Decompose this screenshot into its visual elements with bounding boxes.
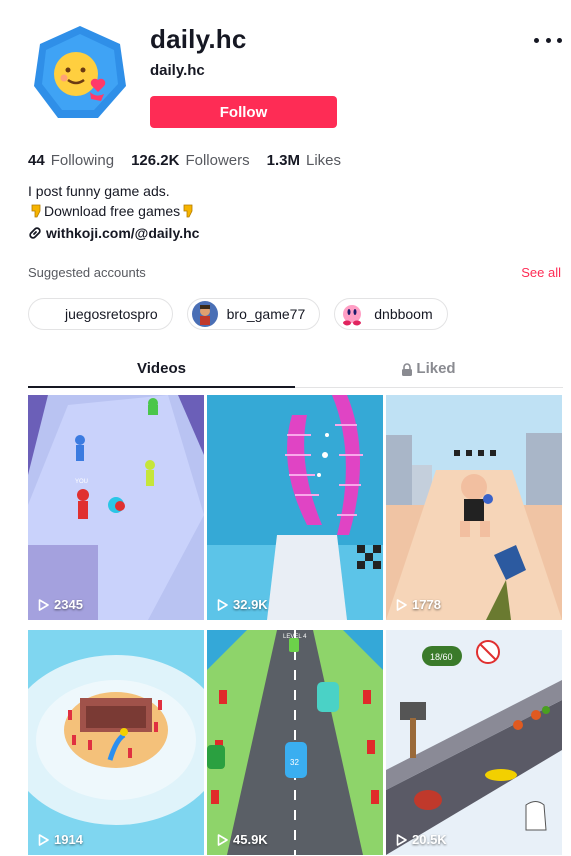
video-thumbnail: [386, 395, 562, 620]
video-card[interactable]: 18/60 20.5K: [386, 630, 562, 855]
pointing-down-icon: [183, 204, 193, 218]
video-thumbnail: 32 LEVEL 4: [207, 630, 383, 855]
bio-line: Download free games: [28, 201, 196, 221]
lock-icon: [402, 363, 413, 376]
profile-avatar[interactable]: [28, 20, 132, 124]
video-thumbnail: [28, 630, 204, 855]
stat-label: Followers: [185, 152, 250, 169]
profile-link-text: withkoji.com/@daily.hc: [46, 225, 200, 241]
avatar: [191, 301, 218, 327]
suggested-accounts-title: Suggested accounts: [28, 265, 146, 280]
view-count: 20.5K: [396, 832, 447, 847]
suggested-account-name: bro_game77: [226, 306, 306, 322]
view-count-value: 32.9K: [233, 597, 268, 612]
profile-tabs: Videos Liked: [28, 356, 563, 388]
play-icon: [396, 598, 407, 611]
suggested-account-chip[interactable]: juegosretospro: [28, 298, 173, 330]
view-count-value: 45.9K: [233, 832, 268, 847]
video-card[interactable]: YOU 2345: [28, 395, 204, 620]
svg-text:32: 32: [290, 758, 299, 767]
view-count: 1914: [38, 832, 83, 847]
video-thumbnail: 18/60: [386, 630, 562, 855]
profile-stats: 44 Following 126.2K Followers 1.3M Likes: [28, 152, 358, 169]
tab-videos[interactable]: Videos: [28, 356, 295, 388]
stat-following[interactable]: 44 Following: [28, 152, 114, 169]
stat-label: Likes: [305, 152, 342, 169]
video-thumbnail: [207, 395, 383, 620]
stat-value: 126.2K: [131, 152, 180, 169]
play-icon: [217, 833, 228, 846]
follow-button[interactable]: Follow: [150, 96, 337, 128]
stat-label: Following: [50, 152, 115, 169]
video-thumbnail: YOU: [28, 395, 204, 620]
suggested-accounts: juegosretospro bro_game77 dnbboom: [28, 298, 462, 330]
view-count-value: 1914: [54, 832, 83, 847]
stat-value: 44: [28, 152, 45, 169]
stat-likes: 1.3M Likes: [267, 152, 341, 169]
bio-text: Download free games: [44, 203, 181, 219]
view-count-value: 2345: [54, 597, 83, 612]
svg-text:YOU: YOU: [75, 479, 88, 485]
stat-followers[interactable]: 126.2K Followers: [131, 152, 250, 169]
suggested-account-chip[interactable]: dnbboom: [334, 298, 448, 330]
svg-text:18/60: 18/60: [430, 652, 453, 662]
video-card[interactable]: 32.9K: [207, 395, 383, 620]
stat-value: 1.3M: [266, 152, 300, 169]
dot-icon: [534, 37, 539, 43]
more-options-button[interactable]: [534, 30, 562, 50]
profile-bio: I post funny game ads. Download free gam…: [28, 181, 196, 221]
profile-username: daily.hc: [150, 24, 247, 54]
see-all-link[interactable]: See all: [521, 265, 561, 280]
view-count: 2345: [38, 597, 83, 612]
play-icon: [217, 598, 228, 611]
video-card[interactable]: 32 LEVEL 4 45.9K: [207, 630, 383, 855]
video-card[interactable]: 1914: [28, 630, 204, 855]
play-icon: [38, 598, 49, 611]
view-count-value: 20.5K: [412, 832, 447, 847]
suggested-account-chip[interactable]: bro_game77: [186, 298, 321, 330]
suggested-account-name: dnbboom: [374, 306, 433, 322]
view-count: 45.9K: [217, 832, 268, 847]
play-icon: [38, 833, 49, 846]
bio-line: I post funny game ads.: [28, 183, 170, 199]
view-count: 1778: [396, 597, 441, 612]
suggested-account-name: juegosretospro: [65, 306, 158, 322]
svg-text:LEVEL 4: LEVEL 4: [283, 634, 307, 640]
tab-liked-label: Liked: [416, 360, 456, 377]
video-card[interactable]: 1778: [386, 395, 562, 620]
avatar: [339, 301, 366, 327]
tab-liked[interactable]: Liked: [295, 356, 562, 387]
play-icon: [396, 833, 407, 846]
profile-nickname: daily.hc: [150, 62, 205, 79]
pointing-down-icon: [31, 204, 41, 218]
link-icon: [29, 227, 41, 239]
profile-link[interactable]: withkoji.com/@daily.hc: [28, 225, 199, 241]
view-count: 32.9K: [217, 597, 268, 612]
dot-icon: [545, 37, 551, 43]
dot-icon: [557, 37, 562, 43]
view-count-value: 1778: [412, 597, 441, 612]
